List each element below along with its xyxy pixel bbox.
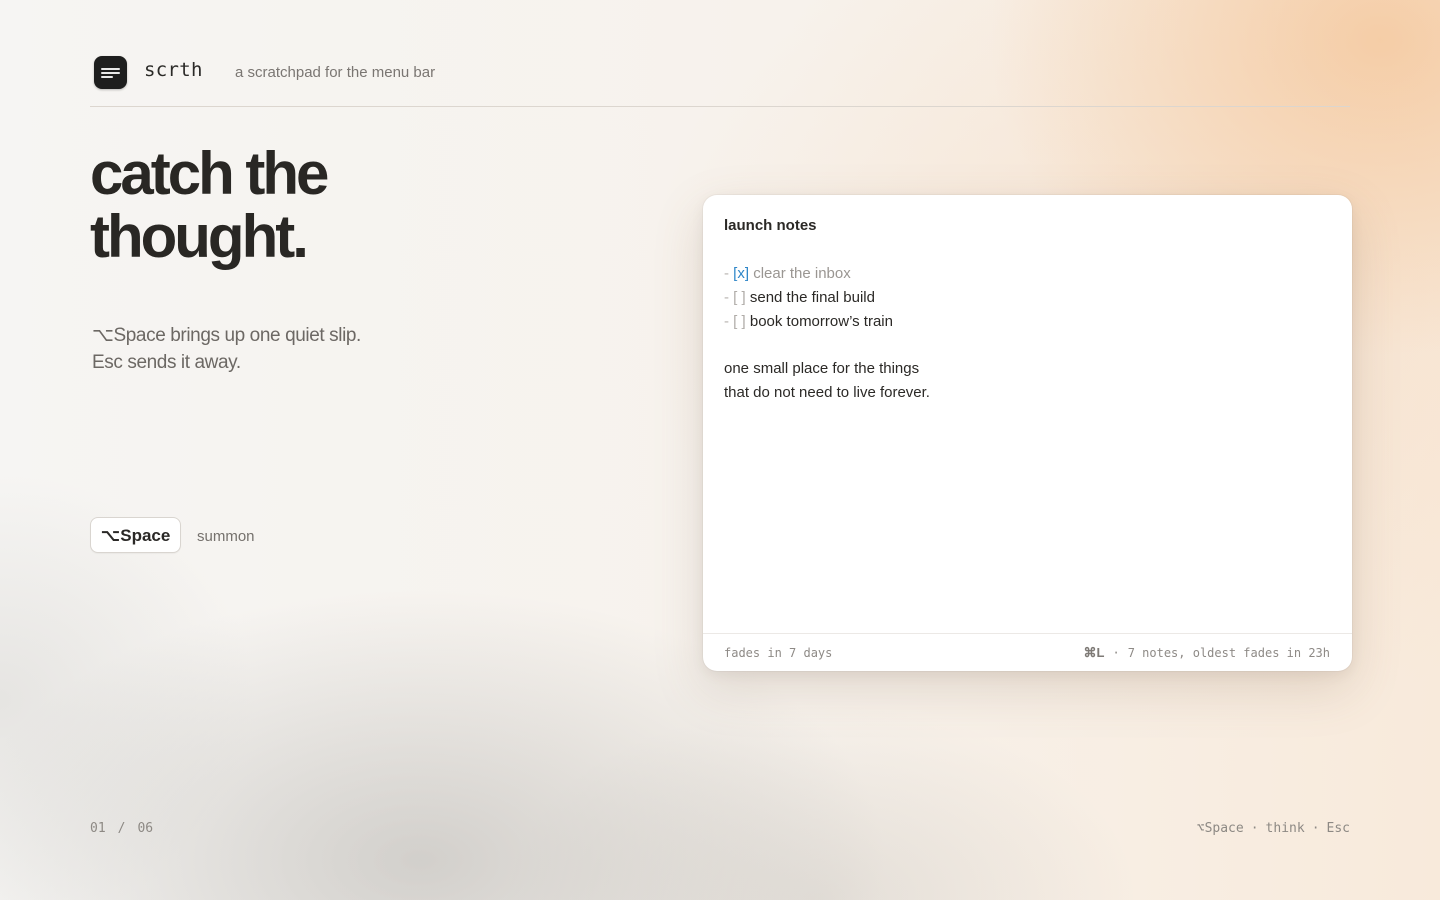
pager-current: 01 — [90, 821, 106, 836]
summon-shortcut-label: summon — [197, 528, 255, 545]
note-title[interactable]: launch notes — [724, 217, 817, 234]
headline-line-2: thought. — [90, 203, 309, 270]
fade-status: fades in 7 days — [724, 646, 833, 660]
task-item[interactable]: - [x] clear the inbox — [724, 265, 851, 282]
note-footer: fades in 7 days ⌘L · 7 notes, oldest fades… — [703, 633, 1352, 671]
task-item[interactable]: - [ ] send the final build — [724, 289, 875, 306]
notes-status: ⌘L · 7 notes, oldest fades in 23h — [1083, 645, 1330, 660]
tagline: a scratchpad for the menu bar — [235, 64, 436, 81]
headline-line-1: catch the — [90, 140, 329, 207]
subheading-line-1: ⌥Space brings up one quiet slip. — [92, 325, 361, 346]
subheading: ⌥Space brings up one quiet slip. Esc sen… — [92, 322, 361, 376]
slide-pager: 01/06 — [90, 821, 154, 836]
headline: catch the thought. — [90, 142, 610, 268]
notes-icon — [94, 56, 127, 89]
summon-shortcut-key[interactable]: ⌥Space — [90, 517, 181, 553]
note-body-line-2[interactable]: that do not need to live forever. — [724, 384, 930, 401]
notes-list-shortcut[interactable]: ⌘L — [1084, 645, 1105, 660]
note-window[interactable]: launch notes - [x] clear the inbox - [ ]… — [703, 195, 1352, 671]
app-name: scrth — [144, 59, 203, 81]
header-divider — [90, 106, 1350, 107]
notes-count-status: 7 notes, oldest fades in 23h — [1127, 646, 1330, 660]
subheading-line-2: Esc sends it away. — [92, 352, 241, 373]
task-text: send the final build — [749, 289, 875, 306]
task-item[interactable]: - [ ] book tomorrow’s train — [724, 313, 893, 330]
task-checkbox[interactable]: [ ] — [733, 313, 746, 330]
pager-total: 06 — [137, 821, 154, 836]
keyboard-hints: ⌥Space · think · Esc — [1196, 821, 1350, 836]
note-body-line-1[interactable]: one small place for the things — [724, 360, 919, 377]
task-text: book tomorrow’s train — [749, 313, 893, 330]
task-checkbox[interactable]: [ ] — [733, 289, 746, 306]
task-checkbox-checked[interactable]: [x] — [733, 265, 749, 282]
task-text: clear the inbox — [753, 265, 851, 282]
